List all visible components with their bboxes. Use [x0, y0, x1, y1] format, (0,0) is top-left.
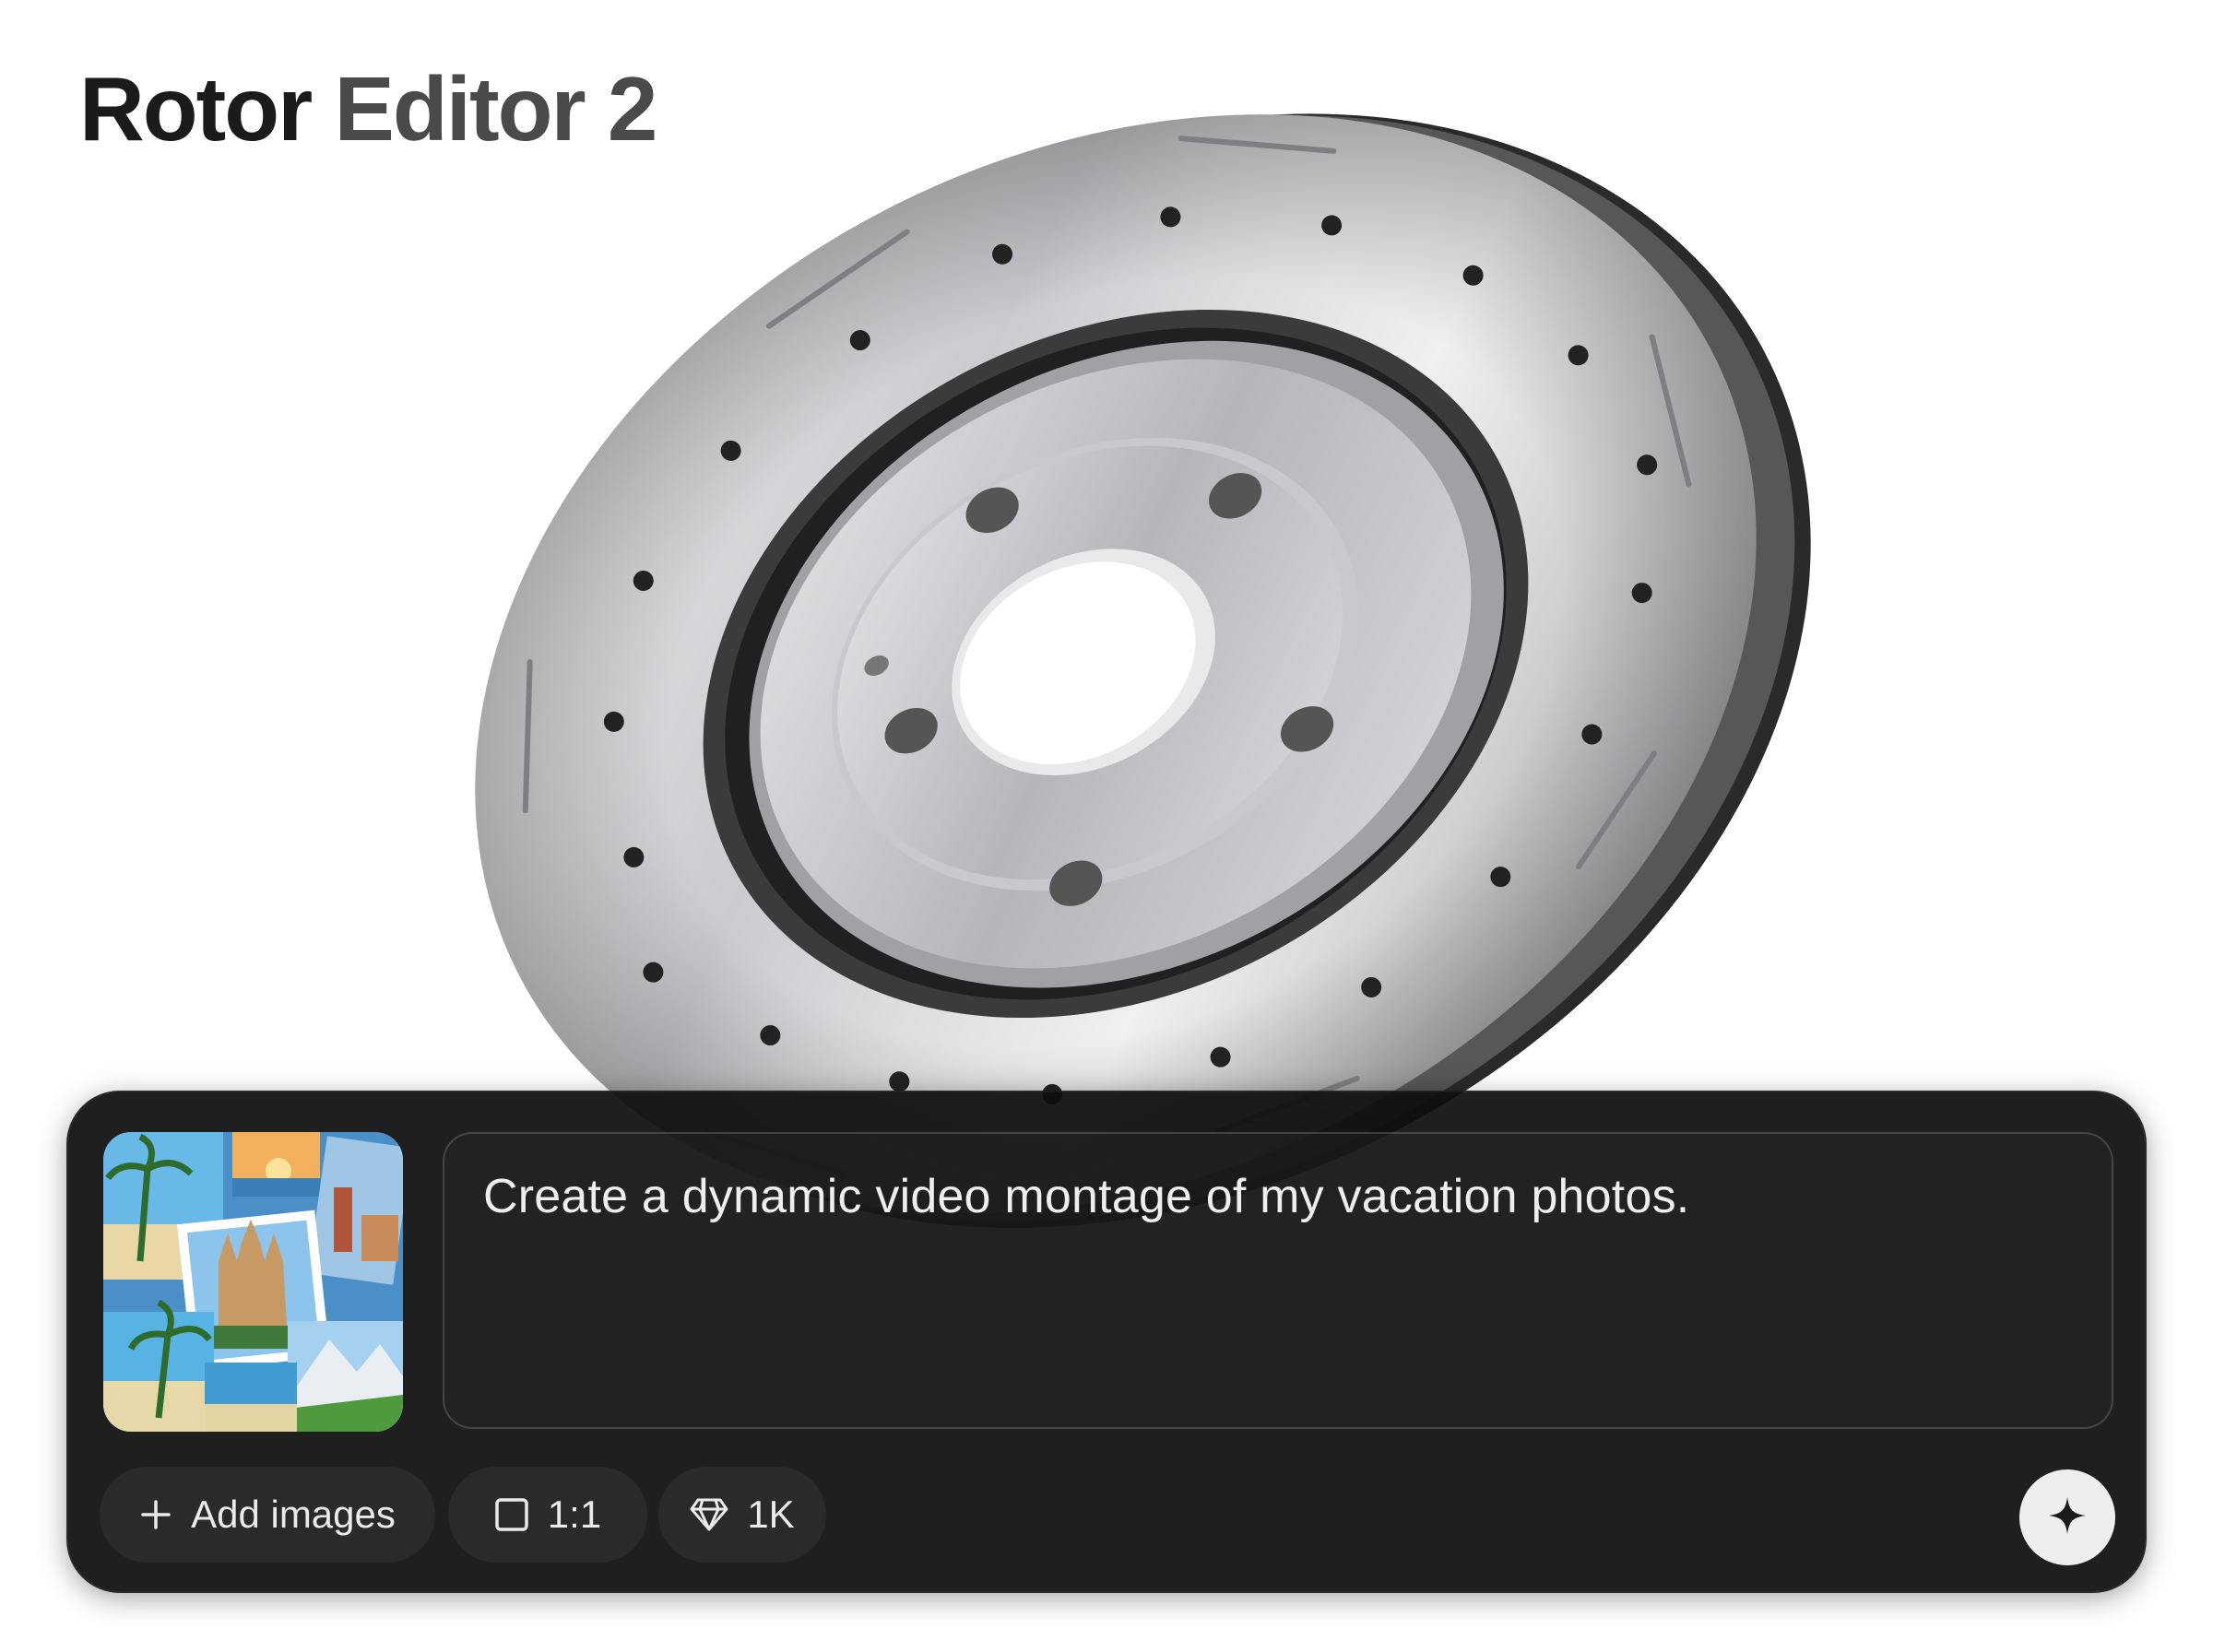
- plus-icon: [139, 1498, 172, 1531]
- add-images-button[interactable]: Add images: [100, 1467, 435, 1563]
- quality-label: 1K: [747, 1493, 795, 1536]
- prompt-text: Create a dynamic video montage of my vac…: [483, 1170, 1690, 1223]
- vacation-photos-thumbnail[interactable]: [103, 1132, 403, 1432]
- prompt-composer: Create a dynamic video montage of my vac…: [66, 1091, 2147, 1593]
- prompt-input[interactable]: Create a dynamic video montage of my vac…: [443, 1132, 2113, 1429]
- generate-button[interactable]: [2019, 1469, 2115, 1565]
- sparkle-icon: [2046, 1494, 2089, 1541]
- quality-button[interactable]: 1K: [658, 1467, 826, 1563]
- diamond-icon: [690, 1497, 728, 1532]
- add-images-label: Add images: [191, 1493, 396, 1536]
- aspect-ratio-button[interactable]: 1:1: [448, 1467, 647, 1563]
- square-icon: [494, 1497, 529, 1532]
- aspect-ratio-label: 1:1: [547, 1493, 602, 1536]
